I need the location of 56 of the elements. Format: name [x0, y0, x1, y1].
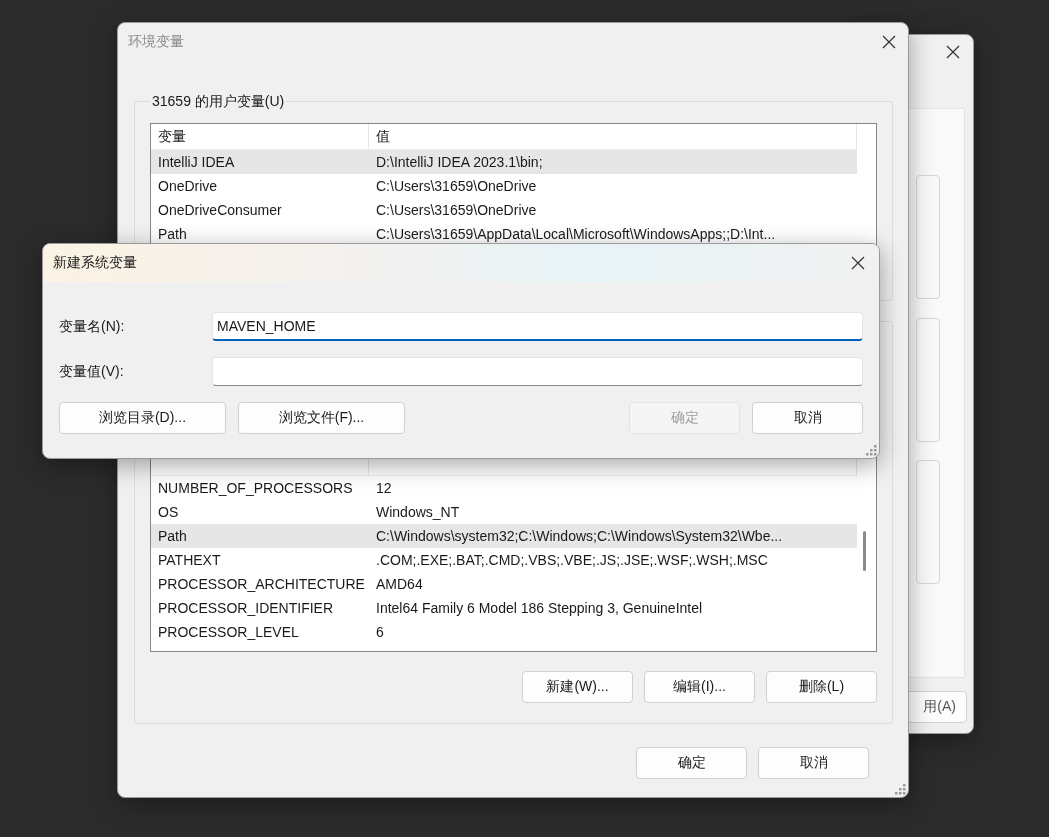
- input-field[interactable]: MAVEN_HOME: [212, 312, 863, 341]
- variable-value: AMD64: [375, 576, 424, 592]
- resize-grip-icon[interactable]: [895, 784, 906, 795]
- variable-name: PROCESSOR_ARCHITECTURE: [157, 576, 366, 592]
- variable-value: 12: [375, 480, 393, 496]
- browse-button[interactable]: 浏览目录(D)...: [59, 402, 226, 434]
- dialog-button[interactable]: 取消: [752, 402, 863, 434]
- variable-value: C:\Users\31659\OneDrive: [375, 178, 538, 194]
- column-header[interactable]: 值: [369, 124, 857, 149]
- table-row[interactable]: OneDriveConsumer C:\Users\31659\OneDrive: [151, 198, 857, 222]
- column-header[interactable]: 变量: [151, 124, 369, 149]
- variable-value: Windows_NT: [375, 504, 461, 520]
- variable-value: C:\Users\31659\OneDrive: [375, 202, 538, 218]
- table-row[interactable]: PROCESSOR_IDENTIFIER Intel64 Family 6 Model 186 Stepping 3, GenuineIntel: [151, 596, 857, 620]
- variable-name: OneDrive: [157, 178, 219, 194]
- action-button[interactable]: 删除(L): [766, 671, 877, 703]
- group-label: 31659 的用户变量(U): [151, 92, 286, 111]
- action-button[interactable]: 新建(W)...: [522, 671, 633, 703]
- scrollbar-thumb[interactable]: [863, 531, 866, 571]
- resize-grip-icon[interactable]: [866, 445, 877, 456]
- variable-value: D:\IntelliJ IDEA 2023.1\bin;: [375, 154, 544, 170]
- table-row[interactable]: Path C:\Users\31659\AppData\Local\Microsoft\WindowsApps;;D:\Int...: [151, 222, 857, 246]
- table-row[interactable]: OneDrive C:\Users\31659\OneDrive: [151, 174, 857, 198]
- table-row[interactable]: PROCESSOR_LEVEL 6: [151, 620, 857, 644]
- variable-value: .COM;.EXE;.BAT;.CMD;.VBS;.VBE;.JS;.JSE;.WSF;.WSH;.MSC: [375, 552, 769, 568]
- dialog-button[interactable]: 确定: [636, 747, 747, 779]
- variable-value: 6: [375, 624, 385, 640]
- dialog-button[interactable]: 取消: [758, 747, 869, 779]
- variable-name: PATHEXT: [157, 552, 222, 568]
- close-icon[interactable]: [882, 35, 896, 49]
- variable-name: OS: [157, 504, 180, 520]
- close-icon[interactable]: [946, 45, 960, 59]
- browse-button[interactable]: 浏览文件(F)...: [238, 402, 405, 434]
- input-field[interactable]: [212, 357, 863, 386]
- variable-value: Intel64 Family 6 Model 186 Stepping 3, GenuineIntel: [375, 600, 704, 616]
- table-row[interactable]: Path C:\Windows\system32;C:\Windows;C:\Windows\System32\Wbe...: [151, 524, 857, 548]
- variable-name: PROCESSOR_IDENTIFIER: [157, 600, 335, 616]
- close-icon[interactable]: [851, 256, 865, 270]
- variable-name: NUMBER_OF_PROCESSORS: [157, 480, 354, 496]
- variable-name: IntelliJ IDEA: [157, 154, 236, 170]
- action-button[interactable]: 编辑(I)...: [644, 671, 755, 703]
- dialog-title: 新建系统变量: [53, 254, 137, 272]
- table-row[interactable]: IntelliJ IDEA D:\IntelliJ IDEA 2023.1\bin;: [151, 150, 857, 174]
- variable-name: PROCESSOR_LEVEL: [157, 624, 300, 640]
- variable-name: Path: [157, 226, 188, 242]
- variable-value: C:\Windows\system32;C:\Windows;C:\Windows\System32\Wbe...: [375, 528, 784, 544]
- variable-value: C:\Users\31659\AppData\Local\Microsoft\WindowsApps;;D:\Int...: [375, 226, 777, 242]
- variable-name: OneDriveConsumer: [157, 202, 283, 218]
- window-title: 环境变量: [128, 33, 184, 51]
- table-row[interactable]: PROCESSOR_ARCHITECTURE AMD64: [151, 572, 857, 596]
- table-row[interactable]: OS Windows_NT: [151, 500, 857, 524]
- field-label: 变量名(N):: [59, 317, 126, 336]
- table-row[interactable]: PATHEXT .COM;.EXE;.BAT;.CMD;.VBS;.VBE;.JS;.JSE;.WSF;.WSH;.MSC: [151, 548, 857, 572]
- table-row[interactable]: NUMBER_OF_PROCESSORS 12: [151, 476, 857, 500]
- field-label: 变量值(V):: [59, 362, 125, 381]
- variable-name: Path: [157, 528, 188, 544]
